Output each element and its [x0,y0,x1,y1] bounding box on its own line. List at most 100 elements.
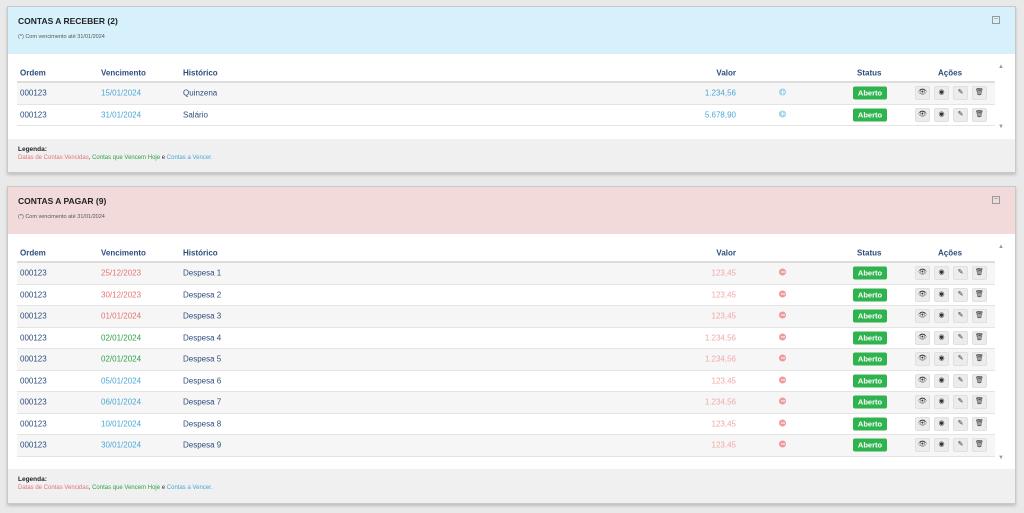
ordem-cell[interactable]: 000123 [20,398,47,407]
vencimento-cell: 02/01/2024 [101,354,142,364]
scroll-up-icon[interactable]: ▲ [997,244,1005,250]
status-icon-cell [779,290,786,299]
pencil-icon: ✎ [957,376,964,384]
trash-button[interactable]: 🗑 [972,373,987,388]
legend-line: Datas de Contas Vencidas, Contas que Ven… [18,155,1005,161]
status-badge: Aberto [853,266,887,280]
trash-button[interactable]: 🗑 [972,352,987,367]
actions-cell: 👁 ◉ ✎ 🗑 [915,266,987,281]
target-button[interactable]: ◉ [934,86,949,101]
vencimento-cell: 30/12/2023 [101,290,142,300]
pencil-button[interactable]: ✎ [953,438,968,453]
vencimento-cell: 06/01/2024 [101,397,142,407]
trash-button[interactable]: 🗑 [972,438,987,453]
historico-cell: Despesa 5 [183,354,222,364]
ordem-cell[interactable]: 000123 [20,312,47,321]
status-icon-cell [779,419,786,428]
ordem-cell[interactable]: 000123 [20,419,47,428]
header-valor: Valor [716,248,736,257]
status-icon-cell [779,268,786,278]
plus-circle-icon [779,110,786,118]
minus-circle-icon [779,333,786,341]
historico-cell: Despesa 7 [183,397,222,407]
ordem-cell[interactable]: 000123 [20,110,47,119]
ordem-cell[interactable]: 000123 [20,441,47,450]
pencil-button[interactable]: ✎ [953,287,968,302]
trash-button[interactable]: 🗑 [972,330,987,345]
eye-button[interactable]: 👁 [915,395,930,410]
header-historico: Histórico [183,248,218,257]
scrollbar[interactable]: ▲ ▼ [997,64,1005,130]
trash-icon: 🗑 [975,290,984,298]
pencil-button[interactable]: ✎ [953,352,968,367]
ordem-cell[interactable]: 000123 [20,333,47,342]
eye-button[interactable]: 👁 [915,330,930,345]
target-button[interactable]: ◉ [934,107,949,122]
trash-button[interactable]: 🗑 [972,416,987,431]
target-button[interactable]: ◉ [934,438,949,453]
target-button[interactable]: ◉ [934,330,949,345]
ordem-cell[interactable]: 000123 [20,290,47,299]
pencil-button[interactable]: ✎ [953,266,968,281]
pencil-button[interactable]: ✎ [953,309,968,324]
pencil-button[interactable]: ✎ [953,330,968,345]
trash-button[interactable]: 🗑 [972,86,987,101]
ordem-cell[interactable]: 000123 [20,376,47,385]
collapse-icon[interactable]: − [992,196,1000,204]
historico-cell: Despesa 2 [183,290,222,300]
status-cell: Aberto [853,288,887,302]
status-cell: Aberto [853,108,887,122]
eye-button[interactable]: 👁 [915,352,930,367]
legend-title: Legenda: [18,476,47,483]
scroll-down-icon[interactable]: ▼ [997,124,1005,130]
ordem-cell[interactable]: 000123 [20,89,47,98]
eye-button[interactable]: 👁 [915,86,930,101]
pencil-button[interactable]: ✎ [953,86,968,101]
target-icon: ◉ [938,312,945,320]
target-button[interactable]: ◉ [934,352,949,367]
trash-button[interactable]: 🗑 [972,395,987,410]
pencil-button[interactable]: ✎ [953,107,968,122]
target-button[interactable]: ◉ [934,309,949,324]
pencil-button[interactable]: ✎ [953,373,968,388]
vencimento-cell: 01/01/2024 [101,311,142,321]
table-row: 000123 25/12/2023 Despesa 1 123,45 Aberto 👁 ◉ ✎… [17,263,995,285]
ordem-cell[interactable]: 000123 [20,355,47,364]
eye-button[interactable]: 👁 [915,438,930,453]
eye-button[interactable]: 👁 [915,416,930,431]
legend-vencer: Contas a Vencer [166,155,211,161]
ordem-cell[interactable]: 000123 [20,269,47,278]
valor-cell: 123,45 [711,268,736,278]
actions-cell: 👁 ◉ ✎ 🗑 [915,373,987,388]
trash-button[interactable]: 🗑 [972,287,987,302]
target-button[interactable]: ◉ [934,266,949,281]
pencil-icon: ✎ [957,290,964,298]
eye-button[interactable]: 👁 [915,107,930,122]
pencil-icon: ✎ [957,333,964,341]
trash-button[interactable]: 🗑 [972,266,987,281]
target-button[interactable]: ◉ [934,287,949,302]
target-button[interactable]: ◉ [934,416,949,431]
table-header-row: Ordem Vencimento Histórico Valor Status Ações [17,244,995,263]
trash-button[interactable]: 🗑 [972,107,987,122]
eye-button[interactable]: 👁 [915,309,930,324]
eye-icon: 👁 [918,398,927,406]
eye-button[interactable]: 👁 [915,266,930,281]
target-button[interactable]: ◉ [934,373,949,388]
pencil-button[interactable]: ✎ [953,395,968,410]
header-historico: Histórico [183,68,218,77]
minus-circle-icon [779,354,786,362]
pencil-button[interactable]: ✎ [953,416,968,431]
scrollbar[interactable]: ▲ ▼ [997,244,1005,461]
target-button[interactable]: ◉ [934,395,949,410]
actions-cell: 👁 ◉ ✎ 🗑 [915,330,987,345]
scroll-up-icon[interactable]: ▲ [997,64,1005,70]
collapse-icon[interactable]: − [992,16,1000,24]
eye-button[interactable]: 👁 [915,373,930,388]
table-row: 000123 31/01/2024 Salário 5.678,90 Aberto 👁 ◉ ✎… [17,105,995,126]
trash-button[interactable]: 🗑 [972,309,987,324]
scroll-down-icon[interactable]: ▼ [997,455,1005,461]
target-icon: ◉ [938,290,945,298]
header-ordem: Ordem [20,68,46,77]
eye-button[interactable]: 👁 [915,287,930,302]
